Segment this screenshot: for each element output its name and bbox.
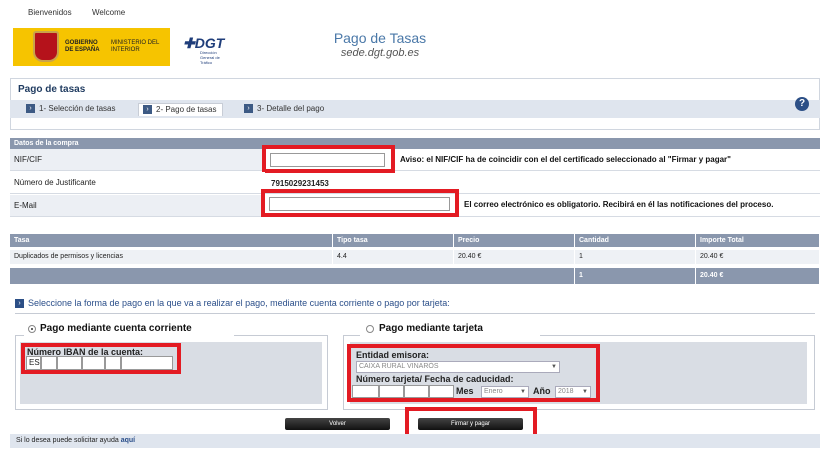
arrow-icon: › [143, 105, 152, 114]
tab-detalle-pago[interactable]: › 3- Detalle del pago [244, 104, 324, 113]
payment-select-text: › Seleccione la forma de pago en la que v… [15, 298, 450, 308]
site-url: sede.dgt.gob.es [340, 47, 420, 59]
divider [15, 313, 815, 314]
table-cell: 4.4 [333, 250, 454, 264]
col-precio: Precio [454, 234, 575, 247]
steps-band [10, 100, 820, 118]
back-button[interactable]: Volver [285, 418, 390, 430]
help-icon[interactable]: ? [795, 97, 809, 111]
total-quantity: 1 [575, 268, 696, 284]
table-cell: 20.40 € [696, 250, 820, 264]
col-tipo-tasa: Tipo tasa [333, 234, 454, 247]
arrow-icon: › [244, 104, 253, 113]
help-link[interactable]: aquí [121, 437, 135, 444]
gobierno-text: GOBIERNO DE ESPAÑA [65, 40, 100, 53]
purchase-section-header: Datos de la compra [10, 138, 820, 149]
ministerio-text: MINISTERIO DEL INTERIOR [111, 40, 160, 53]
gobierno-logo: GOBIERNO DE ESPAÑA MINISTERIO DEL INTERI… [13, 28, 170, 66]
col-importe-total: Importe Total [696, 234, 820, 247]
tab-seleccion-tasas[interactable]: › 1- Selección de tasas [26, 104, 116, 113]
table-footer [10, 268, 575, 284]
radio-tarjeta[interactable] [366, 325, 374, 333]
highlight-iban [21, 343, 181, 374]
total-amount: 20.40 € [696, 268, 820, 284]
page-title: Pago de Tasas [333, 30, 427, 46]
email-label: E-Mail [14, 201, 37, 210]
link-welcome[interactable]: Welcome [92, 8, 125, 17]
arrow-icon: › [15, 298, 24, 308]
nif-notice: Aviso: el NIF/CIF ha de coincidir con el… [400, 155, 731, 164]
footer-text: Si lo desea puede solicitar ayuda [16, 437, 119, 444]
account-legend: Pago mediante cuenta corriente [40, 323, 192, 334]
card-legend: Pago mediante tarjeta [379, 323, 483, 334]
highlight-email [261, 189, 459, 217]
col-tasa: Tasa [10, 234, 333, 247]
col-cantidad: Cantidad [575, 234, 696, 247]
justificante-value: 7915029231453 [271, 179, 329, 188]
coat-of-arms-icon [33, 31, 59, 62]
justificante-label: Número de Justificante [14, 178, 96, 187]
highlight-card [347, 344, 600, 402]
dgt-subtitle: Dirección General de Tráfico [200, 50, 220, 65]
arrow-icon: › [26, 104, 35, 113]
table-cell: 1 [575, 250, 696, 264]
link-bienvenidos[interactable]: Bienvenidos [28, 8, 72, 17]
table-cell: Duplicados de permisos y licencias [10, 250, 333, 264]
nif-label: NIF/CIF [14, 155, 42, 164]
email-notice: El correo electrónico es obligatorio. Re… [464, 200, 774, 209]
tab-pago-tasas[interactable]: › 2- Pago de tasas [138, 103, 224, 116]
help-footer: Si lo desea puede solicitar ayuda aquí [10, 434, 820, 448]
radio-cuenta-corriente[interactable] [28, 325, 36, 333]
panel-heading: Pago de tasas [18, 84, 86, 95]
highlight-nif [262, 145, 395, 173]
table-cell: 20.40 € [454, 250, 575, 264]
